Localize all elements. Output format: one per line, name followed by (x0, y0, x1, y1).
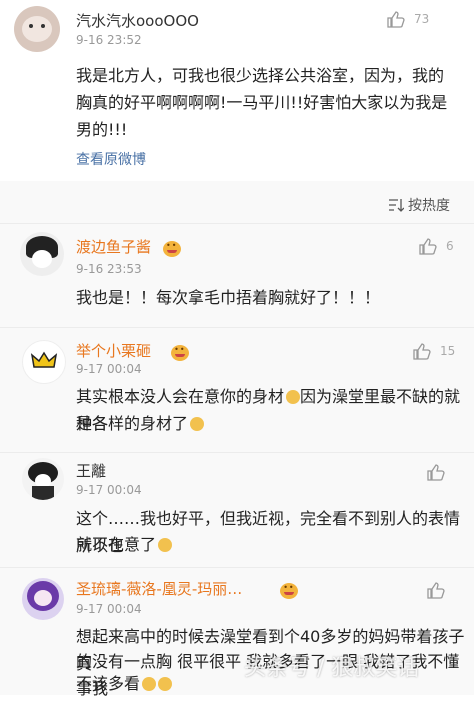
comment-username[interactable]: 王離 (76, 460, 106, 481)
comment-like-button[interactable]: 15 (412, 341, 455, 361)
watermark: 头条号 / 狠叔笑话 (244, 656, 420, 681)
avatar[interactable] (22, 340, 66, 384)
comment-text-line-3: 不该多看 (76, 670, 173, 697)
comment-text-part: 就不在意了 (76, 535, 157, 554)
comment-like-count: 15 (440, 344, 456, 358)
thumbs-up-icon (419, 238, 437, 255)
laugh-emoji-icon (158, 677, 173, 691)
thumbs-up-icon (413, 343, 431, 360)
post-text-line-3: 男的!!! (76, 120, 128, 139)
post-text-line-1: 我是北方人，可我也很少选择公共浴室，因为，我的 (76, 66, 445, 85)
comment-text-line-2: 种各样的身材了 (76, 410, 205, 437)
comment-text-part: 不该多看 (76, 674, 141, 693)
comment-like-count: 6 (446, 239, 454, 253)
thumbs-up-icon (427, 464, 445, 481)
avatar[interactable] (20, 232, 64, 276)
view-original-link[interactable]: 查看原微博 (76, 149, 146, 169)
laugh-emoji-icon (142, 677, 157, 691)
avatar[interactable] (22, 458, 64, 500)
sort-label: 按热度 (408, 198, 450, 214)
thumbs-up-icon (427, 582, 445, 599)
thumbs-up-icon (387, 11, 405, 28)
comment-timestamp: 9-17 00:04 (76, 483, 142, 497)
comment-like-button[interactable] (426, 462, 446, 482)
post-timestamp: 9-16 23:52 (76, 33, 142, 47)
vip-badge-icon (171, 344, 190, 361)
comment-text-part: 其实根本没人会在意你的身材 (76, 387, 285, 406)
comment-like-button[interactable] (426, 580, 446, 600)
divider (0, 567, 474, 568)
post-like-count: 73 (414, 12, 430, 26)
avatar[interactable] (14, 6, 60, 52)
comment-text-line-1: 我也是！！每次拿毛巾捂着胸就好了！！！ (76, 288, 381, 307)
comment-timestamp: 9-17 00:04 (76, 362, 142, 376)
laugh-emoji-icon (190, 417, 205, 431)
comment-timestamp: 9-17 00:04 (76, 602, 142, 616)
avatar[interactable] (22, 578, 64, 620)
divider (0, 223, 474, 224)
sort-by-hot[interactable]: 按热度 (388, 195, 450, 215)
vip-badge-icon (163, 240, 181, 257)
post-text-line-2: 胸真的好平啊啊啊啊!一马平川!!好害怕大家以为我是 (76, 93, 448, 112)
crown-icon (30, 351, 58, 368)
laugh-emoji-icon (286, 390, 301, 404)
sort-icon (389, 199, 404, 212)
post-like-button[interactable]: 73 (386, 9, 429, 29)
comment-like-button[interactable]: 6 (418, 236, 454, 256)
comment-username[interactable]: 举个小栗砸 (76, 340, 151, 361)
comment-username[interactable]: 渡边鱼子酱 (76, 236, 151, 257)
vip-badge-icon (280, 582, 299, 599)
comment-username[interactable]: 圣琉璃-薇洛-凰灵-玛丽… (76, 578, 242, 599)
post-username[interactable]: 汽水汽水oooOOO (76, 10, 199, 31)
comment-text-part: 种各样的身材了 (76, 414, 189, 433)
divider (0, 452, 474, 453)
comment-timestamp: 9-16 23:53 (76, 262, 142, 276)
divider (0, 327, 474, 328)
smile-emoji-icon (158, 538, 173, 552)
comments-section (0, 181, 474, 695)
comment-text-line-2: 就不在意了 (76, 531, 173, 558)
